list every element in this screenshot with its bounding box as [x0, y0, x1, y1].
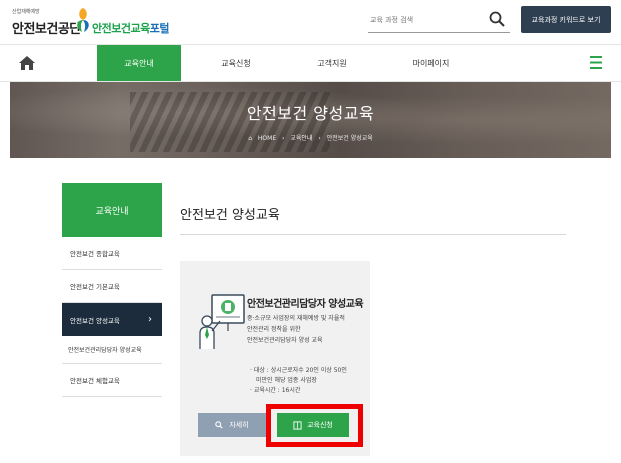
course-title[interactable]: 안전보건관리담당자 양성교육: [247, 295, 364, 310]
apply-button[interactable]: 교육신청: [277, 413, 349, 437]
logo-agency-name: 안전보건공단: [12, 22, 81, 37]
site-logo[interactable]: 산업재해예방 안전보건공단 안전보건교육포털: [12, 6, 172, 40]
chevron-right-icon: ›: [148, 314, 152, 325]
nav-item-support[interactable]: 고객지원: [292, 45, 372, 81]
breadcrumb-separator-icon: ›: [318, 135, 321, 142]
course-desc-line: 안전관리 정착을 위한: [247, 326, 301, 333]
book-icon: [293, 420, 302, 430]
sidebar-item-comprehensive[interactable]: 안전보건 종합교육: [62, 237, 162, 270]
course-desc-line: 중·소규모 사업장의 재해예방 및 자율적: [247, 315, 345, 322]
logo-portal-name: 안전보건교육포털: [92, 20, 169, 36]
course-description: 중·소규모 사업장의 재해예방 및 자율적 안전관리 정착을 위한 안전보건관리…: [247, 313, 367, 346]
site-header: 산업재해예방 안전보건공단 안전보건교육포털 교육과정 키워드로 보기: [0, 0, 621, 44]
search-icon: [215, 421, 223, 429]
breadcrumb-separator-icon: ›: [282, 135, 285, 142]
page-title: 안전보건 양성교육: [180, 208, 280, 223]
sidebar-subitem-manager-training[interactable]: 안전보건관리담당자 양성교육: [62, 336, 162, 364]
sidebar: 교육안내 안전보건 종합교육 안전보건 기본교육 안전보건 양성교육 › 안전보…: [62, 183, 162, 397]
home-icon[interactable]: [18, 55, 36, 71]
sidebar-item-label: 안전보건 양성교육: [70, 316, 120, 325]
sidebar-item-basic[interactable]: 안전보건 기본교육: [62, 270, 162, 303]
detail-button-label: 자세히: [229, 421, 249, 429]
search-box: [368, 7, 510, 33]
logo-org-label: 산업재해예방: [12, 9, 40, 15]
course-target-cont: 미만인 해당 업종 사업장: [256, 377, 317, 384]
course-hours: · 교육시간 : 16시간: [250, 387, 301, 394]
course-meta: · 대상 : 상시근로자수 20인 이상 50인 미만인 해당 업종 사업장 ·…: [250, 366, 368, 396]
sidebar-item-training[interactable]: 안전보건 양성교육 ›: [62, 303, 162, 336]
main-nav: 교육안내 교육신청 고객지원 마이페이지: [0, 44, 621, 82]
breadcrumb-current: 안전보건 양성교육: [326, 135, 373, 142]
presenter-illustration-icon: [199, 294, 245, 349]
logo-mark-icon: [77, 8, 89, 32]
page-banner: 안전보건 양성교육 ⌂ HOME › 교육안내 › 안전보건 양성교육: [10, 82, 611, 158]
sidebar-item-label: 안전보건 기본교육: [70, 283, 120, 291]
hamburger-menu-icon[interactable]: [589, 54, 603, 71]
detail-button[interactable]: 자세히: [198, 413, 266, 437]
sidebar-item-label: 안전보건 종합교육: [70, 250, 120, 258]
breadcrumb-home[interactable]: HOME: [258, 135, 276, 142]
search-icon[interactable]: [488, 10, 506, 28]
sidebar-item-label: 안전보건 체험교육: [70, 377, 120, 385]
nav-item-mypage[interactable]: 마이페이지: [388, 45, 474, 81]
course-target: · 대상 : 상시근로자수 20인 이상 50인: [250, 367, 347, 374]
breadcrumb-home-icon[interactable]: ⌂: [248, 135, 252, 142]
sidebar-item-experience[interactable]: 안전보건 체험교육: [62, 364, 162, 397]
nav-item-edu-apply[interactable]: 교육신청: [196, 45, 276, 81]
breadcrumb-edu-info[interactable]: 교육안내: [290, 135, 312, 142]
banner-title: 안전보건 양성교육: [246, 104, 375, 123]
title-divider: [180, 234, 566, 235]
nav-item-edu-info[interactable]: 교육안내: [97, 45, 181, 81]
logo-portal-name-b: 포털: [149, 22, 170, 35]
sidebar-heading: 교육안내: [62, 183, 162, 237]
course-desc-line: 안전보건관리담당자 양성 교육: [247, 337, 323, 344]
apply-button-label: 교육신청: [307, 421, 333, 429]
logo-portal-name-a: 안전보건교육: [92, 22, 150, 35]
search-input[interactable]: [370, 11, 482, 29]
keyword-browse-button[interactable]: 교육과정 키워드로 보기: [521, 6, 611, 33]
breadcrumb: ⌂ HOME › 교육안내 › 안전보건 양성교육: [10, 133, 611, 142]
